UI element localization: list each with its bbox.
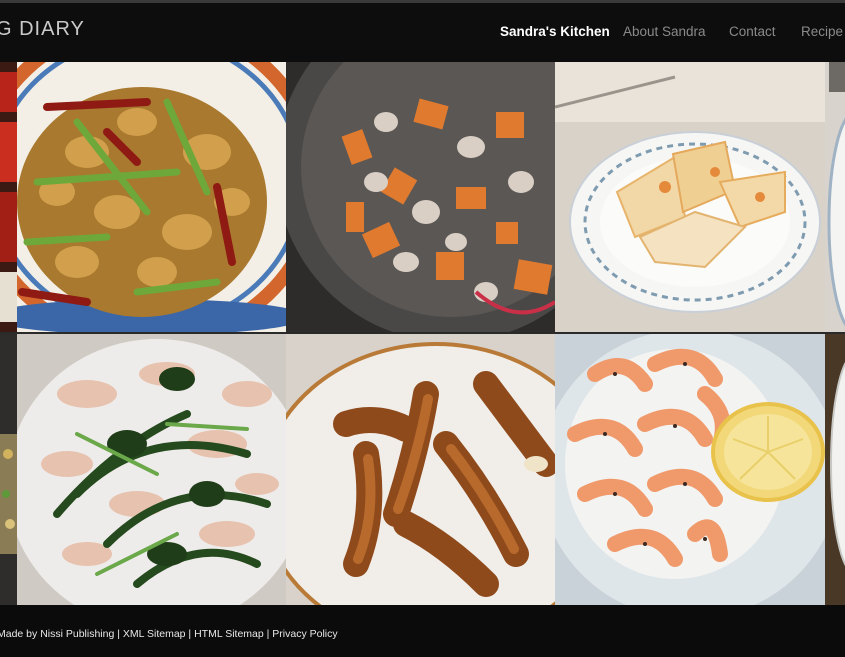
plate-edge-image [825,62,845,332]
gallery-tile-quesadilla[interactable] [555,62,825,332]
gallery-tile-partial-left-bottom[interactable] [0,334,17,605]
quesadilla-image [555,62,825,332]
garlic-shrimp-image [555,334,825,605]
gallery-tile-partial-right-top[interactable] [825,62,845,332]
chicken-spinach-image [17,334,286,605]
footer-separator: | [263,628,273,640]
site-logo[interactable]: G DIARY [0,18,85,41]
dish-partial-image [0,334,17,605]
chicken-carrot-image [286,62,555,332]
site-header: G DIARY Sandra's Kitchen About Sandra Co… [0,3,845,62]
gallery-tile-partial-left-top[interactable] [0,62,17,332]
html-sitemap-link[interactable]: HTML Sitemap [194,628,264,640]
privacy-policy-link[interactable]: Privacy Policy [272,628,337,640]
xml-sitemap-link[interactable]: XML Sitemap [123,628,186,640]
footer-separator: | [114,628,123,640]
site-footer: Made by Nissi Publishing | XML Sitemap |… [0,605,845,657]
nav-about-sandra[interactable]: About Sandra [623,24,706,39]
footer-links: Made by Nissi Publishing | XML Sitemap |… [0,628,338,640]
made-by-link[interactable]: Made by Nissi Publishing [0,628,114,640]
gallery-tile-chicken-carrot-stirfry[interactable] [286,62,555,332]
plate-edge-bottom-image [825,334,845,605]
photo-gallery [0,62,845,605]
gallery-tile-partial-right-bottom[interactable] [825,334,845,605]
tomato-dish-image [0,62,17,332]
gallery-tile-fried-strips[interactable] [286,334,555,605]
gallery-tile-kung-pao-chicken[interactable] [17,62,286,332]
gallery-tile-garlic-shrimp[interactable] [555,334,825,605]
kung-pao-chicken-image [17,62,286,332]
nav-contact[interactable]: Contact [729,24,776,39]
page: G DIARY Sandra's Kitchen About Sandra Co… [0,0,845,657]
nav-sandras-kitchen[interactable]: Sandra's Kitchen [500,24,610,39]
footer-separator: | [185,628,195,640]
nav-recipe-index[interactable]: Recipe I [801,24,845,39]
fried-strips-image [286,334,555,605]
gallery-tile-chicken-spinach[interactable] [17,334,286,605]
